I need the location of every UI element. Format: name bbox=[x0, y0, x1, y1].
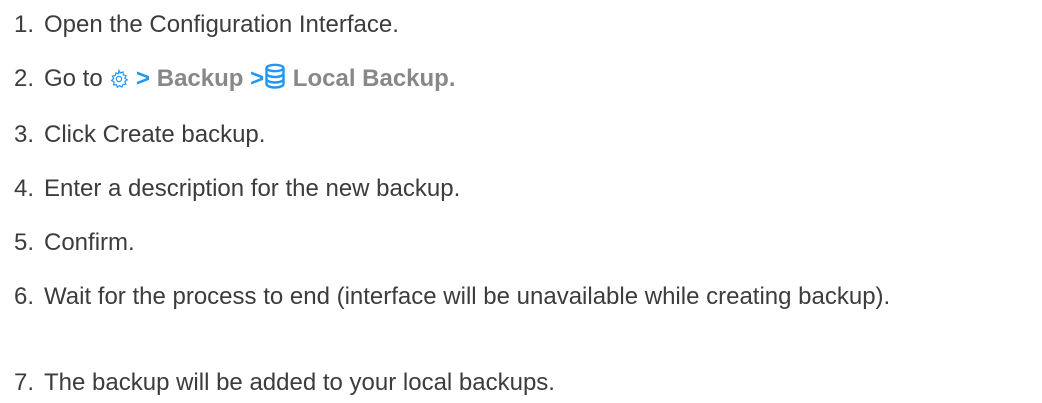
go-to-prefix: Go to bbox=[44, 65, 103, 92]
step-3: 3. Click Create backup. bbox=[14, 118, 1034, 151]
step-1: 1. Open the Configuration Interface. bbox=[14, 8, 1034, 41]
step-2: 2. Go to > Backup > Local Backup. bbox=[14, 62, 1034, 98]
step-number: 2. bbox=[14, 65, 35, 92]
step-number: 6. bbox=[14, 283, 35, 310]
step-6: 6. Wait for the process to end (interface… bbox=[14, 280, 1034, 313]
step-number: 4. bbox=[14, 175, 35, 202]
step-4: 4. Enter a description for the new backup… bbox=[14, 172, 1034, 205]
gear-icon bbox=[109, 65, 129, 98]
step-number: 7. bbox=[14, 369, 35, 396]
step-text: Click Create backup. bbox=[44, 121, 266, 148]
step-text: Confirm. bbox=[44, 229, 135, 256]
step-text: The backup will be added to your local b… bbox=[44, 369, 555, 396]
local-backup-menu-label: Local Backup. bbox=[292, 65, 456, 92]
step-text: Enter a description for the new backup. bbox=[44, 175, 461, 202]
step-7: 7. The backup will be added to your local… bbox=[14, 366, 1034, 399]
step-number: 3. bbox=[14, 121, 35, 148]
step-text: Go to > Backup > Local Backup. bbox=[44, 62, 456, 98]
step-5: 5. Confirm. bbox=[14, 226, 1034, 259]
instruction-list: 1. Open the Configuration Interface. 2. Go… bbox=[0, 0, 1042, 403]
path-separator: > bbox=[136, 65, 151, 92]
step-text: Wait for the process to end (interface w… bbox=[44, 283, 891, 310]
step-number: 5. bbox=[14, 229, 35, 256]
path-separator: > bbox=[250, 65, 265, 92]
step-number: 1. bbox=[14, 11, 35, 38]
database-icon bbox=[264, 63, 286, 98]
step-text: Open the Configuration Interface. bbox=[44, 11, 399, 38]
backup-menu-label: Backup bbox=[156, 65, 244, 92]
